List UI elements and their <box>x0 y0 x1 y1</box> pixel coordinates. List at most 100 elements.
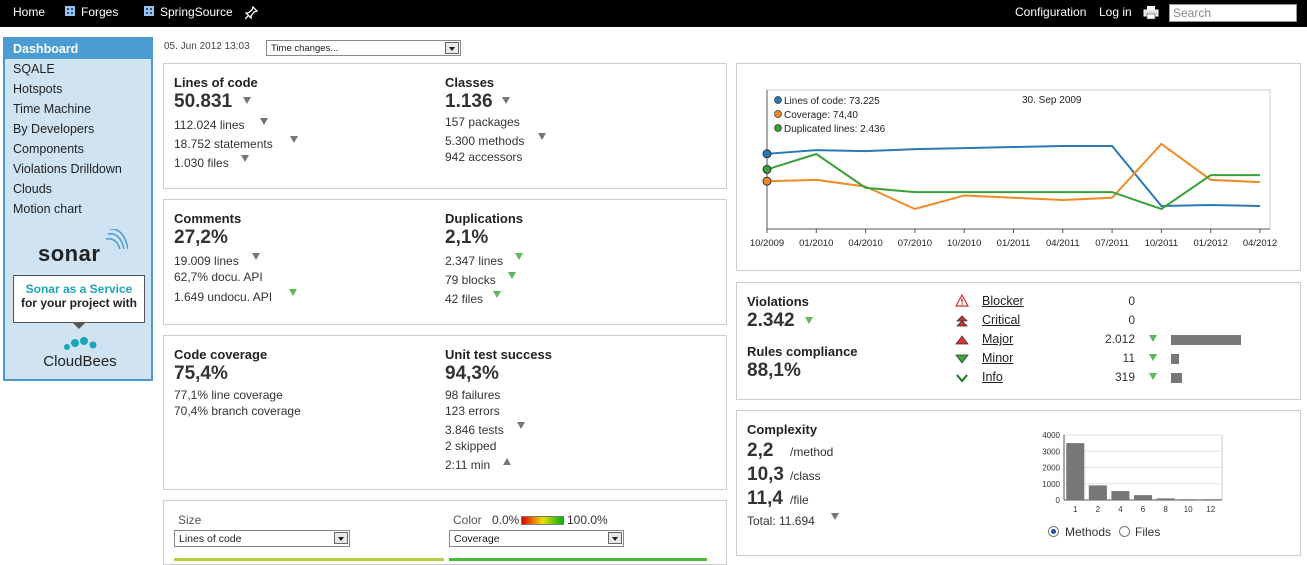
size-metric-value: Lines of code <box>179 533 242 545</box>
coverage-value[interactable]: 75,4% <box>174 363 228 385</box>
sidebar-item-motion-chart[interactable]: Motion chart <box>5 199 151 219</box>
radio-files-label[interactable]: Files <box>1135 525 1160 539</box>
violations-title: Violations <box>747 294 809 309</box>
sidebar-item-clouds[interactable]: Clouds <box>5 179 151 199</box>
size-widget: Lines of code 50.831 112.024 lines 18.75… <box>163 63 727 189</box>
violation-link-blocker[interactable]: Blocker <box>982 294 1024 308</box>
duplicated-blocks[interactable]: 79 blocks <box>445 273 496 287</box>
loc-lines[interactable]: 112.024 lines <box>174 118 245 132</box>
duplications-title: Duplications <box>445 211 524 226</box>
bar <box>1201 499 1220 500</box>
project-link[interactable]: SpringSource <box>143 5 233 19</box>
rules-compliance-title: Rules compliance <box>747 344 858 359</box>
complexity-class-value[interactable]: 10,3 <box>747 464 784 486</box>
sidebar-item-by-developers[interactable]: By Developers <box>5 119 151 139</box>
unit-test-value[interactable]: 94,3% <box>445 363 499 385</box>
radio-methods[interactable] <box>1048 526 1059 537</box>
classes-packages[interactable]: 157 packages <box>445 115 520 129</box>
trend-down-icon <box>241 155 249 162</box>
y-tick-label: 0 <box>1056 496 1061 505</box>
rules-compliance-value[interactable]: 88,1% <box>747 360 801 382</box>
line-coverage[interactable]: 77,1% line coverage <box>174 388 283 402</box>
sidebar-item-components[interactable]: Components <box>5 139 151 159</box>
color-metric-value: Coverage <box>454 533 500 545</box>
violations-value[interactable]: 2.342 <box>747 310 795 332</box>
test-errors[interactable]: 123 errors <box>445 404 500 418</box>
treemap-cell[interactable] <box>449 558 707 561</box>
tests-skipped[interactable]: 2 skipped <box>445 439 496 453</box>
trend-down-green-icon <box>515 253 523 260</box>
violation-count-info[interactable]: 319 <box>1095 370 1135 384</box>
undocu-api[interactable]: 1.649 undocu. API <box>174 290 272 304</box>
forges-link[interactable]: Forges <box>64 5 118 19</box>
classes-methods[interactable]: 5.300 methods <box>445 134 524 148</box>
violation-link-info[interactable]: Info <box>982 370 1003 384</box>
major-icon <box>955 335 969 345</box>
time-changes-dropdown[interactable]: Time changes... <box>266 40 461 56</box>
violation-count-major[interactable]: 2.012 <box>1095 332 1135 346</box>
sidebar-item-hotspots[interactable]: Hotspots <box>5 79 151 99</box>
loc-files[interactable]: 1.030 files <box>174 156 229 170</box>
duplicated-lines[interactable]: 2.347 lines <box>445 254 503 268</box>
legend-label: Duplicated lines: 2.436 <box>784 124 886 135</box>
violation-link-critical[interactable]: Critical <box>982 313 1020 327</box>
test-failures[interactable]: 98 failures <box>445 388 500 402</box>
x-tick-label: 2 <box>1096 505 1101 514</box>
violation-count-critical[interactable]: 0 <box>1095 313 1135 327</box>
x-tick-label: 07/2011 <box>1095 238 1129 249</box>
size-metric-select[interactable]: Lines of code <box>174 530 350 547</box>
trend-down-icon <box>517 422 525 429</box>
branch-coverage[interactable]: 70,4% branch coverage <box>174 404 301 418</box>
duplications-value[interactable]: 2,1% <box>445 227 488 249</box>
banner-pointer <box>73 323 85 329</box>
violation-count-blocker[interactable]: 0 <box>1095 294 1135 308</box>
timeline-date: 30. Sep 2009 <box>1022 95 1082 106</box>
comments-lines[interactable]: 19.009 lines <box>174 254 239 268</box>
radio-methods-label[interactable]: Methods <box>1065 525 1111 539</box>
sidebar-item-sqale[interactable]: SQALE <box>5 59 151 79</box>
violations-widget: Violations 2.342 Rules compliance 88,1% … <box>736 282 1301 400</box>
loc-value[interactable]: 50.831 <box>174 91 232 113</box>
home-link[interactable]: Home <box>13 5 45 19</box>
pin-icon[interactable] <box>245 6 258 20</box>
docu-api[interactable]: 62,7% docu. API <box>174 270 263 284</box>
color-metric-select[interactable]: Coverage <box>449 530 624 547</box>
sonar-logo[interactable]: sonar <box>38 229 128 271</box>
trend-down-icon <box>502 97 510 104</box>
print-icon[interactable] <box>1143 5 1159 20</box>
complexity-method-value[interactable]: 2,2 <box>747 440 773 462</box>
sidebar-item-time-machine[interactable]: Time Machine <box>5 99 151 119</box>
classes-accessors[interactable]: 942 accessors <box>445 150 522 164</box>
configuration-link[interactable]: Configuration <box>1015 5 1086 19</box>
test-count[interactable]: 3.846 tests <box>445 423 504 437</box>
series-start-point <box>762 149 772 159</box>
legend-label: Coverage: 74,40 <box>784 110 858 121</box>
comments-duplications-widget: Comments 27,2% 19.009 lines 62,7% docu. … <box>163 199 727 325</box>
sidebar-item-violations-drilldown[interactable]: Violations Drilldown <box>5 159 151 179</box>
complexity-widget: Complexity 2,2 /method 10,3 /class 11,4 … <box>736 410 1301 556</box>
search-input[interactable] <box>1169 4 1297 22</box>
violation-count-minor[interactable]: 11 <box>1095 351 1135 365</box>
complexity-total[interactable]: Total: 11.694 <box>747 514 815 528</box>
violation-link-major[interactable]: Major <box>982 332 1013 346</box>
x-tick-label: 8 <box>1163 505 1168 514</box>
timeline-chart[interactable]: 10/2009 01/2010 04/2010 07/2010 10/2010 01/20… <box>737 64 1300 270</box>
complexity-file-value[interactable]: 11,4 <box>747 488 783 510</box>
saas-banner[interactable]: Sonar as a Service for your project with <box>13 275 145 323</box>
test-duration[interactable]: 2:11 min <box>445 458 490 472</box>
violation-link-minor[interactable]: Minor <box>982 351 1013 365</box>
login-link[interactable]: Log in <box>1099 5 1132 19</box>
sidebar-item-dashboard[interactable]: Dashboard <box>5 39 151 59</box>
x-tick-label: 10/2011 <box>1145 238 1179 249</box>
cloudbees-logo[interactable]: CloudBees <box>25 335 135 375</box>
x-tick-label: 04/2012 <box>1243 238 1277 249</box>
time-changes-value: Time changes... <box>271 43 339 54</box>
radio-files[interactable] <box>1119 526 1130 537</box>
duplicated-files[interactable]: 42 files <box>445 292 483 306</box>
classes-value[interactable]: 1.136 <box>445 91 493 113</box>
loc-statements[interactable]: 18.752 statements <box>174 137 273 151</box>
comments-value[interactable]: 27,2% <box>174 227 228 249</box>
complexity-distribution-chart[interactable]: 010002000300040001 2 4 6 8 10 12 <box>1022 427 1237 522</box>
treemap-cell[interactable] <box>174 558 444 561</box>
y-tick-label: 3000 <box>1042 447 1060 456</box>
